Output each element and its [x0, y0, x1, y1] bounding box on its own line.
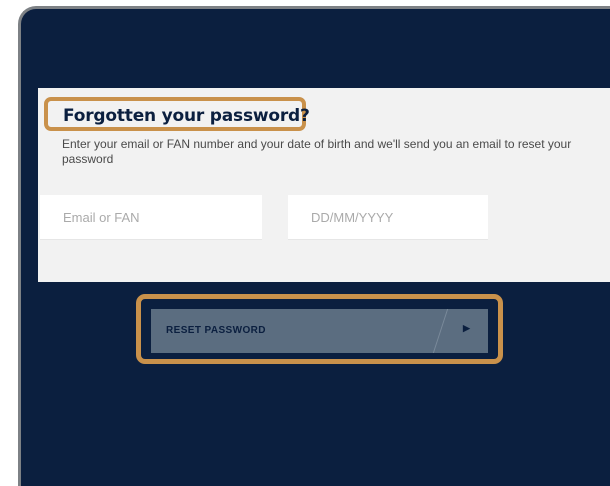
reset-password-label: RESET PASSWORD: [166, 325, 266, 336]
instructions-text: Enter your email or FAN number and your …: [62, 137, 572, 166]
reset-password-button[interactable]: RESET PASSWORD ▶: [151, 309, 488, 353]
button-divider: [432, 309, 449, 353]
page-title: Forgotten your password?: [63, 106, 310, 126]
caret-right-icon: ▶: [463, 323, 471, 333]
email-or-fan-field[interactable]: [40, 195, 262, 240]
date-of-birth-field[interactable]: [288, 195, 488, 240]
